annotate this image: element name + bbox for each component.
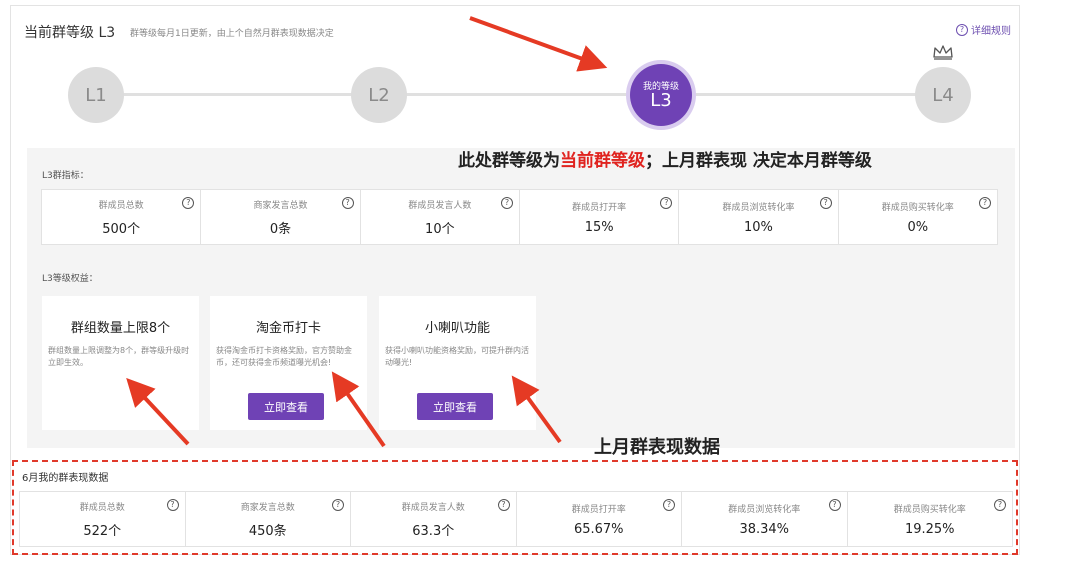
annotation-arrows [126,16,608,448]
red-arrow-icon [511,375,562,444]
red-arrow-icon [469,16,608,72]
red-arrow-icon [331,371,386,448]
red-arrow-icon [126,377,190,446]
